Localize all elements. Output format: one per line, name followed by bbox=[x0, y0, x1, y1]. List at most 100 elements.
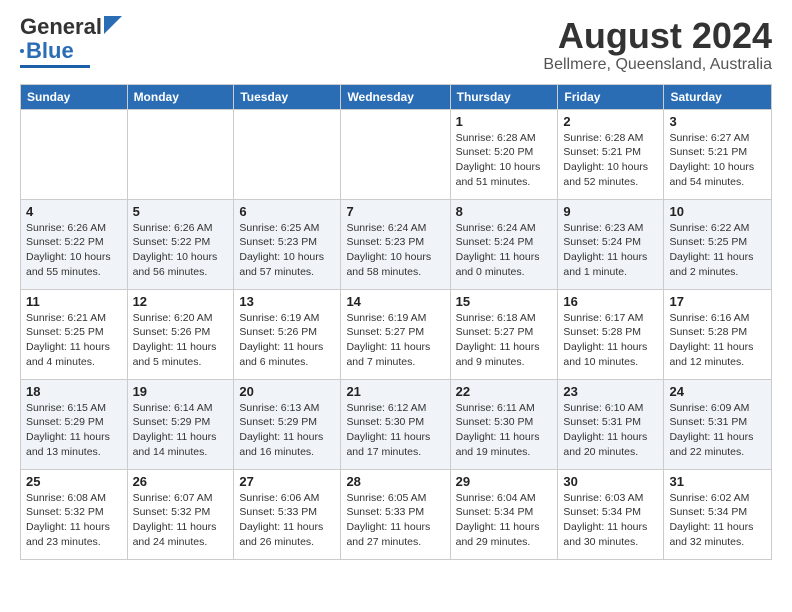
week-row-1: 1 Sunrise: 6:28 AM Sunset: 5:20 PM Daylig… bbox=[21, 109, 772, 199]
day-number: 1 bbox=[456, 114, 553, 129]
day-number: 27 bbox=[239, 474, 335, 489]
week-row-3: 11 Sunrise: 6:21 AM Sunset: 5:25 PM Dayli… bbox=[21, 289, 772, 379]
day-number: 20 bbox=[239, 384, 335, 399]
calendar-cell: 10 Sunrise: 6:22 AM Sunset: 5:25 PM Dayli… bbox=[664, 199, 772, 289]
day-info: Sunrise: 6:17 AM Sunset: 5:28 PM Dayligh… bbox=[563, 311, 658, 370]
day-number: 2 bbox=[563, 114, 658, 129]
day-number: 17 bbox=[669, 294, 766, 309]
calendar-cell: 3Sunrise: 6:27 AM Sunset: 5:21 PM Daylig… bbox=[664, 109, 772, 199]
day-number: 10 bbox=[669, 204, 766, 219]
weekday-header-sunday: Sunday bbox=[21, 84, 128, 109]
header: General Blue August 2024 Bellmere, Queen… bbox=[20, 16, 772, 74]
day-number: 25 bbox=[26, 474, 122, 489]
month-title: August 2024 bbox=[543, 16, 772, 56]
weekday-header-row: SundayMondayTuesdayWednesdayThursdayFrid… bbox=[21, 84, 772, 109]
day-info: Sunrise: 6:05 AM Sunset: 5:33 PM Dayligh… bbox=[346, 491, 444, 550]
week-row-2: 4Sunrise: 6:26 AM Sunset: 5:22 PM Daylig… bbox=[21, 199, 772, 289]
day-info: Sunrise: 6:18 AM Sunset: 5:27 PM Dayligh… bbox=[456, 311, 553, 370]
day-number: 9 bbox=[563, 204, 658, 219]
calendar-cell: 22Sunrise: 6:11 AM Sunset: 5:30 PM Dayli… bbox=[450, 379, 558, 469]
calendar-cell: 18 Sunrise: 6:15 AM Sunset: 5:29 PM Dayli… bbox=[21, 379, 128, 469]
calendar-cell: 5 Sunrise: 6:26 AM Sunset: 5:22 PM Daylig… bbox=[127, 199, 234, 289]
day-number: 21 bbox=[346, 384, 444, 399]
title-area: August 2024 Bellmere, Queensland, Austra… bbox=[543, 16, 772, 74]
day-number: 6 bbox=[239, 204, 335, 219]
calendar-cell: 16 Sunrise: 6:17 AM Sunset: 5:28 PM Dayli… bbox=[558, 289, 664, 379]
day-info: Sunrise: 6:19 AM Sunset: 5:26 PM Dayligh… bbox=[239, 311, 335, 370]
day-info: Sunrise: 6:28 AM Sunset: 5:20 PM Dayligh… bbox=[456, 131, 553, 190]
logo-underline bbox=[20, 65, 90, 68]
calendar-cell: 29Sunrise: 6:04 AM Sunset: 5:34 PM Dayli… bbox=[450, 469, 558, 559]
day-number: 3 bbox=[669, 114, 766, 129]
weekday-header-friday: Friday bbox=[558, 84, 664, 109]
day-info: Sunrise: 6:14 AM Sunset: 5:29 PM Dayligh… bbox=[133, 401, 229, 460]
calendar-cell: 12 Sunrise: 6:20 AM Sunset: 5:26 PM Dayli… bbox=[127, 289, 234, 379]
day-info: Sunrise: 6:26 AM Sunset: 5:22 PM Dayligh… bbox=[26, 221, 122, 280]
day-info: Sunrise: 6:28 AM Sunset: 5:21 PM Dayligh… bbox=[563, 131, 658, 190]
day-number: 23 bbox=[563, 384, 658, 399]
day-info: Sunrise: 6:26 AM Sunset: 5:22 PM Dayligh… bbox=[133, 221, 229, 280]
day-number: 18 bbox=[26, 384, 122, 399]
calendar-cell bbox=[21, 109, 128, 199]
day-number: 12 bbox=[133, 294, 229, 309]
weekday-header-monday: Monday bbox=[127, 84, 234, 109]
calendar-cell: 6 Sunrise: 6:25 AM Sunset: 5:23 PM Daylig… bbox=[234, 199, 341, 289]
day-info: Sunrise: 6:15 AM Sunset: 5:29 PM Dayligh… bbox=[26, 401, 122, 460]
day-number: 8 bbox=[456, 204, 553, 219]
day-info: Sunrise: 6:12 AM Sunset: 5:30 PM Dayligh… bbox=[346, 401, 444, 460]
day-info: Sunrise: 6:02 AM Sunset: 5:34 PM Dayligh… bbox=[669, 491, 766, 550]
day-info: Sunrise: 6:11 AM Sunset: 5:30 PM Dayligh… bbox=[456, 401, 553, 460]
day-info: Sunrise: 6:13 AM Sunset: 5:29 PM Dayligh… bbox=[239, 401, 335, 460]
calendar-cell: 11 Sunrise: 6:21 AM Sunset: 5:25 PM Dayli… bbox=[21, 289, 128, 379]
day-number: 16 bbox=[563, 294, 658, 309]
weekday-header-wednesday: Wednesday bbox=[341, 84, 450, 109]
calendar-cell: 4Sunrise: 6:26 AM Sunset: 5:22 PM Daylig… bbox=[21, 199, 128, 289]
day-number: 15 bbox=[456, 294, 553, 309]
calendar-cell: 8 Sunrise: 6:24 AM Sunset: 5:24 PM Daylig… bbox=[450, 199, 558, 289]
calendar-cell bbox=[234, 109, 341, 199]
calendar-cell: 9 Sunrise: 6:23 AM Sunset: 5:24 PM Daylig… bbox=[558, 199, 664, 289]
day-info: Sunrise: 6:07 AM Sunset: 5:32 PM Dayligh… bbox=[133, 491, 229, 550]
day-number: 31 bbox=[669, 474, 766, 489]
calendar-cell: 17 Sunrise: 6:16 AM Sunset: 5:28 PM Dayli… bbox=[664, 289, 772, 379]
day-info: Sunrise: 6:20 AM Sunset: 5:26 PM Dayligh… bbox=[133, 311, 229, 370]
day-info: Sunrise: 6:23 AM Sunset: 5:24 PM Dayligh… bbox=[563, 221, 658, 280]
day-number: 24 bbox=[669, 384, 766, 399]
day-info: Sunrise: 6:25 AM Sunset: 5:23 PM Dayligh… bbox=[239, 221, 335, 280]
day-info: Sunrise: 6:22 AM Sunset: 5:25 PM Dayligh… bbox=[669, 221, 766, 280]
day-info: Sunrise: 6:24 AM Sunset: 5:24 PM Dayligh… bbox=[456, 221, 553, 280]
logo-text: General bbox=[20, 16, 102, 38]
calendar-cell bbox=[341, 109, 450, 199]
day-number: 11 bbox=[26, 294, 122, 309]
logo-blue-text: Blue bbox=[26, 38, 74, 64]
calendar-cell: 13 Sunrise: 6:19 AM Sunset: 5:26 PM Dayli… bbox=[234, 289, 341, 379]
day-info: Sunrise: 6:16 AM Sunset: 5:28 PM Dayligh… bbox=[669, 311, 766, 370]
day-number: 7 bbox=[346, 204, 444, 219]
calendar-cell: 7 Sunrise: 6:24 AM Sunset: 5:23 PM Daylig… bbox=[341, 199, 450, 289]
day-number: 14 bbox=[346, 294, 444, 309]
day-number: 26 bbox=[133, 474, 229, 489]
day-info: Sunrise: 6:09 AM Sunset: 5:31 PM Dayligh… bbox=[669, 401, 766, 460]
calendar-cell: 27 Sunrise: 6:06 AM Sunset: 5:33 PM Dayli… bbox=[234, 469, 341, 559]
calendar-cell: 20 Sunrise: 6:13 AM Sunset: 5:29 PM Dayli… bbox=[234, 379, 341, 469]
logo: General Blue bbox=[20, 16, 122, 68]
day-number: 29 bbox=[456, 474, 553, 489]
calendar-cell: 14 Sunrise: 6:19 AM Sunset: 5:27 PM Dayli… bbox=[341, 289, 450, 379]
calendar-cell: 21 Sunrise: 6:12 AM Sunset: 5:30 PM Dayli… bbox=[341, 379, 450, 469]
calendar-cell: 15 Sunrise: 6:18 AM Sunset: 5:27 PM Dayli… bbox=[450, 289, 558, 379]
day-number: 13 bbox=[239, 294, 335, 309]
week-row-5: 25Sunrise: 6:08 AM Sunset: 5:32 PM Dayli… bbox=[21, 469, 772, 559]
day-info: Sunrise: 6:21 AM Sunset: 5:25 PM Dayligh… bbox=[26, 311, 122, 370]
calendar-cell: 31 Sunrise: 6:02 AM Sunset: 5:34 PM Dayli… bbox=[664, 469, 772, 559]
calendar-table: SundayMondayTuesdayWednesdayThursdayFrid… bbox=[20, 84, 772, 560]
day-info: Sunrise: 6:10 AM Sunset: 5:31 PM Dayligh… bbox=[563, 401, 658, 460]
day-number: 19 bbox=[133, 384, 229, 399]
day-info: Sunrise: 6:19 AM Sunset: 5:27 PM Dayligh… bbox=[346, 311, 444, 370]
calendar-cell: 19 Sunrise: 6:14 AM Sunset: 5:29 PM Dayli… bbox=[127, 379, 234, 469]
day-number: 5 bbox=[133, 204, 229, 219]
day-info: Sunrise: 6:24 AM Sunset: 5:23 PM Dayligh… bbox=[346, 221, 444, 280]
day-info: Sunrise: 6:06 AM Sunset: 5:33 PM Dayligh… bbox=[239, 491, 335, 550]
day-number: 28 bbox=[346, 474, 444, 489]
day-info: Sunrise: 6:03 AM Sunset: 5:34 PM Dayligh… bbox=[563, 491, 658, 550]
calendar-cell: 28 Sunrise: 6:05 AM Sunset: 5:33 PM Dayli… bbox=[341, 469, 450, 559]
